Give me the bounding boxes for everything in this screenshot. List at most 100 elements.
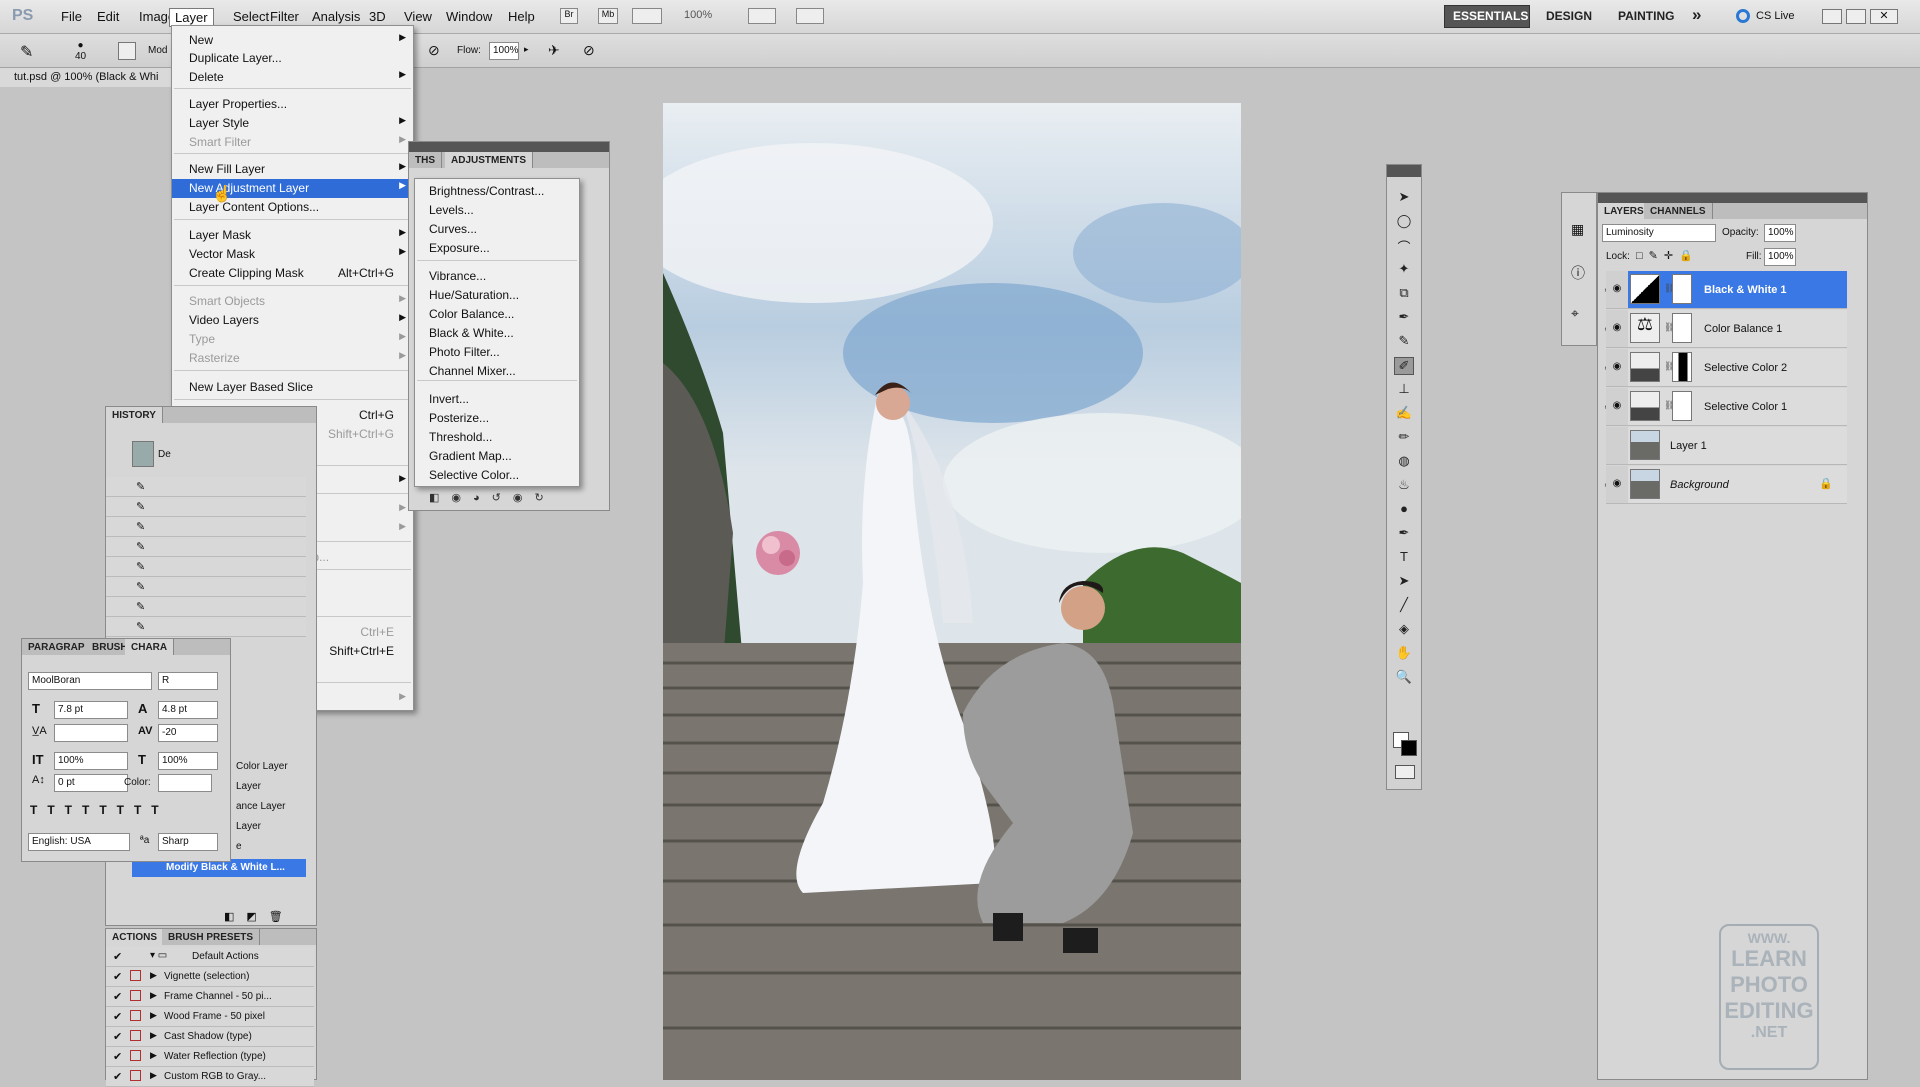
gradient-tool-icon[interactable]: ◍	[1394, 453, 1414, 471]
hand-tool-icon[interactable]: ✋	[1394, 645, 1414, 663]
navigator-icon[interactable]: ⌖	[1571, 305, 1579, 322]
tab-history[interactable]: HISTORY	[106, 407, 163, 423]
antialias-select[interactable]: Sharp	[158, 833, 218, 851]
text-color-swatch[interactable]	[158, 774, 212, 792]
action-check-icon[interactable]: ✔	[113, 950, 122, 963]
tab-actions[interactable]: ACTIONS	[106, 929, 164, 945]
layer-menu-item-smart-objects[interactable]: Smart Objects ▶	[172, 292, 413, 311]
baseline-shift-input[interactable]: 0 pt	[54, 774, 128, 792]
menu-analysis[interactable]: Analysis	[312, 9, 360, 24]
action-item[interactable]: ✔ ▶ Vignette (selection)	[106, 967, 314, 987]
pen-tool-icon[interactable]: ✒	[1394, 525, 1414, 543]
tab-brush-presets[interactable]: BRUSH PRESETS	[162, 929, 261, 945]
dialog-toggle-icon[interactable]	[130, 1050, 141, 1061]
history-step[interactable]: ✎	[106, 577, 306, 597]
opacity-input[interactable]: 100%	[1764, 224, 1796, 242]
adjustment-item-levels[interactable]: Levels...	[415, 201, 579, 220]
quick-mask-icon[interactable]	[1395, 765, 1415, 779]
flow-input[interactable]: 100%	[489, 42, 519, 60]
background-color-swatch[interactable]	[1401, 740, 1417, 756]
tab-layers[interactable]: LAYERS	[1598, 203, 1651, 219]
minibridge-button[interactable]: Mb	[598, 8, 618, 24]
type-tool-icon[interactable]: T	[1394, 549, 1414, 567]
layer-menu-item-layer-content-options[interactable]: Layer Content Options...	[172, 198, 413, 217]
layer-menu-item-rasterize[interactable]: Rasterize ▶	[172, 349, 413, 368]
workspace-painting[interactable]: PAINTING	[1618, 9, 1674, 23]
language-select[interactable]: English: USA	[28, 833, 130, 851]
layer-row[interactable]: 👁⛓Selective Color 2	[1604, 349, 1847, 387]
expand-triangle-icon[interactable]: ▶	[150, 1030, 157, 1041]
action-item[interactable]: ✔ ▶ Custom RGB to Gray...	[106, 1067, 314, 1087]
clone-stamp-tool-icon[interactable]: ⊥	[1394, 381, 1414, 399]
tab-adjustments[interactable]: ADJUSTMENTS	[445, 152, 534, 168]
expand-triangle-icon[interactable]: ▶	[150, 1070, 157, 1081]
menu-filter[interactable]: Filter	[270, 9, 299, 24]
expand-triangle-icon[interactable]: ▶	[150, 990, 157, 1001]
adjustment-item-photo-filter[interactable]: Photo Filter...	[415, 343, 579, 362]
action-check-icon[interactable]: ✔	[113, 1010, 122, 1023]
action-item[interactable]: ✔ ▶ Water Reflection (type)	[106, 1047, 314, 1067]
adjustment-item-threshold[interactable]: Threshold...	[415, 428, 579, 447]
arrange-docs-button[interactable]	[748, 8, 776, 24]
move-tool-icon[interactable]: ➤	[1394, 189, 1414, 207]
action-set-default[interactable]: ✔ ▾ ▭ Default Actions	[106, 947, 314, 967]
info-icon[interactable]: ⓘ	[1571, 263, 1585, 283]
layer-menu-item-new-fill-layer[interactable]: New Fill Layer ▶	[172, 160, 413, 179]
expand-triangle-icon[interactable]: ▶	[150, 1010, 157, 1021]
action-check-icon[interactable]: ✔	[113, 990, 122, 1003]
adjustment-item-exposure[interactable]: Exposure...	[415, 239, 579, 258]
adjustment-item-invert[interactable]: Invert...	[415, 390, 579, 409]
airbrush-icon[interactable]: ✈	[548, 42, 560, 59]
opacity-pressure-icon[interactable]: ⊘	[428, 42, 440, 59]
healing-brush-tool-icon[interactable]: ✎	[1394, 333, 1414, 351]
adjustment-item-black-white[interactable]: Black & White...	[415, 324, 579, 343]
layer-visibility-cell[interactable]: ◉	[1606, 310, 1628, 348]
tab-character[interactable]: CHARA	[125, 639, 175, 655]
history-step[interactable]: ✎	[106, 597, 306, 617]
dialog-toggle-icon[interactable]	[130, 970, 141, 981]
bridge-button[interactable]: Br	[560, 8, 578, 24]
history-step[interactable]: ✎	[106, 477, 306, 497]
adjustment-item-brightness-contrast[interactable]: Brightness/Contrast...	[415, 182, 579, 201]
path-selection-tool-icon[interactable]: ➤	[1394, 573, 1414, 591]
layer-menu-item-new-adjustment-layer[interactable]: New Adjustment Layer ▶	[172, 179, 413, 198]
layer-menu-item-vector-mask[interactable]: Vector Mask ▶	[172, 245, 413, 264]
adjustment-item-posterize[interactable]: Posterize...	[415, 409, 579, 428]
font-family-select[interactable]: MoolBoran	[28, 672, 152, 690]
history-step[interactable]: ✎	[106, 557, 306, 577]
layer-visibility-cell[interactable]: ◉	[1606, 349, 1628, 387]
tab-paths[interactable]: THS	[409, 152, 442, 168]
adjustment-item-hue-saturation[interactable]: Hue/Saturation...	[415, 286, 579, 305]
menu-select[interactable]: Select	[233, 9, 269, 24]
brush-preset-picker[interactable]: ● 40	[75, 40, 86, 62]
fill-input[interactable]: 100%	[1764, 248, 1796, 266]
zoom-level-select[interactable]: 100%	[684, 9, 712, 21]
close-button[interactable]: ✕	[1870, 9, 1898, 24]
flow-arrow-icon[interactable]: ▸	[524, 44, 529, 55]
layer-menu-item-duplicate-layer[interactable]: Duplicate Layer...	[172, 49, 413, 68]
menu-edit[interactable]: Edit	[97, 9, 119, 24]
font-size-input[interactable]: 7.8 pt	[54, 701, 128, 719]
history-brush-tool-icon[interactable]: ✍	[1394, 405, 1414, 423]
cs-live-label[interactable]: CS Live	[1756, 10, 1795, 22]
layer-visibility-cell[interactable]: ◉	[1606, 466, 1628, 504]
dialog-toggle-icon[interactable]	[130, 1030, 141, 1041]
history-step[interactable]: ✎	[106, 517, 306, 537]
menu-window[interactable]: Window	[446, 9, 492, 24]
layer-menu-item-type[interactable]: Type ▶	[172, 330, 413, 349]
expand-triangle-icon[interactable]: ▶	[150, 970, 157, 981]
action-item[interactable]: ✔ ▶ Wood Frame - 50 pixel	[106, 1007, 314, 1027]
history-step[interactable]: ✎	[106, 617, 306, 637]
lock-icons[interactable]: □✎✛🔒	[1636, 249, 1699, 262]
text-style-buttons[interactable]: TTTTTTTT	[30, 803, 169, 817]
eyedropper-tool-icon[interactable]: ✒	[1394, 309, 1414, 327]
dodge-tool-icon[interactable]: ●	[1394, 501, 1414, 519]
layer-visibility-cell[interactable]	[1606, 427, 1628, 465]
layer-menu-item-layer-mask[interactable]: Layer Mask ▶	[172, 226, 413, 245]
menu-help[interactable]: Help	[508, 9, 535, 24]
more-workspaces-icon[interactable]: »	[1692, 5, 1701, 25]
action-check-icon[interactable]: ✔	[113, 1050, 122, 1063]
layer-menu-item-video-layers[interactable]: Video Layers ▶	[172, 311, 413, 330]
layer-row[interactable]: 👁⚖⛓Color Balance 1	[1604, 310, 1847, 348]
history-step[interactable]: ✎	[106, 497, 306, 517]
